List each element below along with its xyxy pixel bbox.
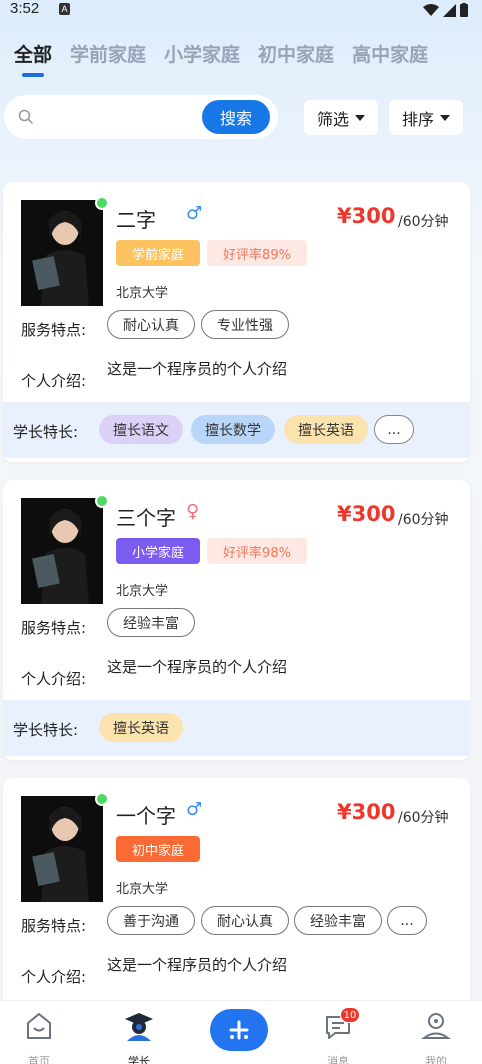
intro-label: 个人介绍: (21, 372, 87, 390)
caret-down-icon (355, 114, 365, 121)
skill-tag: 擅长英语 (99, 713, 183, 742)
level-tag: 小学家庭 (116, 538, 200, 564)
tab-primary[interactable]: 小学家庭 (164, 40, 240, 67)
plus-icon (229, 1020, 249, 1040)
male-icon: ♂ (186, 203, 203, 224)
search-box[interactable]: 搜索 (4, 95, 278, 139)
nav-label: 消息 (327, 1055, 349, 1064)
category-tabs: 全部 学前家庭 小学家庭 初中家庭 高中家庭 (14, 40, 428, 67)
search-icon (18, 109, 34, 125)
tutor-card[interactable]: 一个字 ♂ ¥300 /60分钟 初中家庭 北京大学 服务特点: 善于沟通 耐心… (3, 778, 470, 1008)
skill-tag: 擅长数学 (191, 415, 275, 444)
strength-band: 学长特长: 擅长英语 (3, 700, 470, 756)
intro-text: 这是一个程序员的个人介绍 (107, 360, 288, 378)
rating-tag: 好评率89% (207, 240, 307, 266)
feature-tag: 经验丰富 (107, 608, 195, 637)
tutor-name: 二字 (116, 208, 156, 232)
nav-messages[interactable]: 10 消息 (308, 1007, 368, 1064)
sort-button[interactable]: 排序 (389, 100, 463, 135)
service-label: 服务特点: (21, 321, 87, 339)
strength-label: 学长特长: (13, 721, 79, 739)
tutor-card[interactable]: 三个字 ♀ ¥300 /60分钟 小学家庭 好评率98% 北京大学 服务特点: … (3, 480, 470, 760)
intro-text: 这是一个程序员的个人介绍 (107, 956, 288, 974)
sort-label: 排序 (401, 109, 434, 129)
tutor-name: 一个字 (116, 804, 176, 828)
online-status-dot (95, 494, 109, 508)
online-status-dot (95, 792, 109, 806)
feature-tag: 耐心认真 (107, 310, 195, 339)
intro-label: 个人介绍: (21, 968, 87, 986)
school: 北京大学 (116, 882, 169, 897)
battery-icon (460, 3, 468, 17)
duration: /60分钟 (398, 214, 449, 230)
strength-band: 学长特长: 擅长语文 擅长数学 擅长英语 ... (3, 402, 470, 458)
female-icon: ♀ (186, 501, 200, 522)
level-tag: 初中家庭 (116, 836, 200, 862)
status-time: 3:52 (10, 0, 40, 17)
tab-all[interactable]: 全部 (14, 40, 52, 67)
search-button[interactable]: 搜索 (202, 100, 270, 134)
level-tag: 学前家庭 (116, 240, 200, 266)
nav-label: 学长 (128, 1055, 150, 1064)
duration: /60分钟 (398, 810, 449, 826)
caret-down-icon (440, 114, 450, 121)
price: ¥300 (337, 204, 396, 228)
intro-text: 这是一个程序员的个人介绍 (107, 658, 288, 676)
more-skills-button[interactable]: ... (374, 415, 414, 444)
price: ¥300 (337, 800, 396, 824)
nav-home[interactable]: 首页 (9, 1009, 69, 1064)
price: ¥300 (337, 502, 396, 526)
feature-tag: 专业性强 (201, 310, 289, 339)
strength-label: 学长特长: (13, 423, 79, 441)
duration: /60分钟 (398, 512, 449, 528)
rating-tag: 好评率98% (207, 538, 307, 564)
graduate-icon (125, 1013, 153, 1041)
avatar (21, 796, 103, 902)
nav-tutors[interactable]: 学长 (109, 1009, 169, 1064)
nav-label: 我的 (425, 1055, 447, 1064)
school: 北京大学 (116, 286, 169, 301)
tab-high[interactable]: 高中家庭 (352, 40, 428, 67)
male-icon: ♂ (186, 799, 203, 820)
add-button[interactable] (210, 1009, 268, 1051)
service-label: 服务特点: (21, 917, 87, 935)
bottom-nav: 首页 学长 10 消息 我的 (0, 1000, 482, 1064)
nav-profile[interactable]: 我的 (406, 1009, 466, 1064)
feature-tag: 善于沟通 (107, 906, 195, 935)
filter-button[interactable]: 筛选 (304, 100, 378, 135)
profile-icon (420, 1013, 452, 1039)
intro-label: 个人介绍: (21, 670, 87, 688)
tab-preschool[interactable]: 学前家庭 (70, 40, 146, 67)
notification-icon: A (59, 3, 70, 15)
signal-icon (443, 3, 456, 17)
more-features-button[interactable]: ... (387, 906, 427, 935)
online-status-dot (95, 196, 109, 210)
skill-tag: 擅长语文 (99, 415, 183, 444)
service-label: 服务特点: (21, 619, 87, 637)
feature-tag: 经验丰富 (294, 906, 382, 935)
tab-middle[interactable]: 初中家庭 (258, 40, 334, 67)
tutor-card[interactable]: 二字 ♂ ¥300 /60分钟 学前家庭 好评率89% 北京大学 服务特点: 耐… (3, 182, 470, 462)
tutor-name: 三个字 (116, 506, 176, 530)
message-count-badge: 10 (340, 1007, 360, 1023)
avatar (21, 200, 103, 306)
filter-label: 筛选 (316, 109, 349, 129)
status-bar: 3:52 A (0, 0, 482, 22)
nav-label: 首页 (28, 1055, 50, 1064)
avatar (21, 498, 103, 604)
home-icon (27, 1013, 51, 1039)
skill-tag: 擅长英语 (284, 415, 368, 444)
status-icons (423, 3, 468, 17)
school: 北京大学 (116, 584, 169, 599)
feature-tag: 耐心认真 (201, 906, 289, 935)
wifi-icon (423, 3, 439, 16)
